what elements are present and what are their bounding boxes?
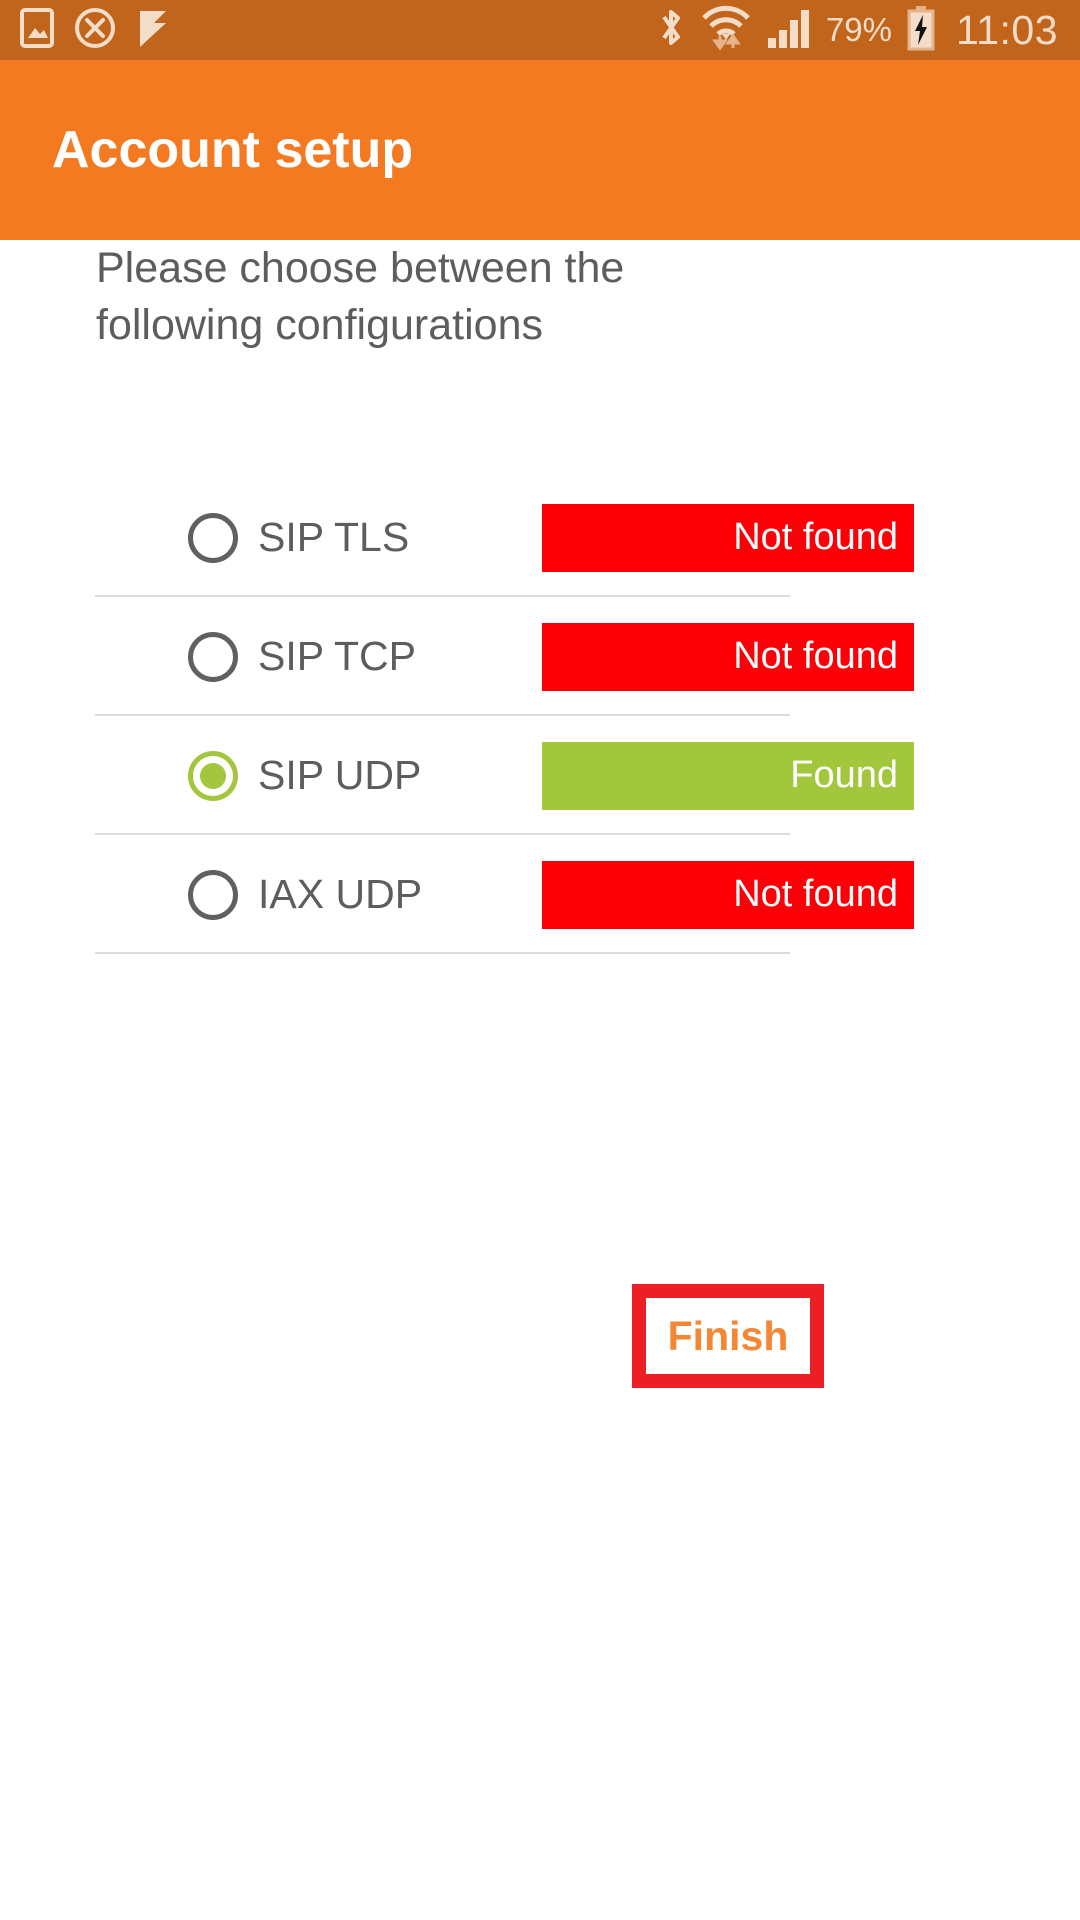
status-badge: Found	[542, 741, 914, 810]
finish-button[interactable]: Finish	[668, 1313, 789, 1360]
status-badge: Not found	[542, 503, 914, 572]
phone-screen: 79% 11:03 Account setup Please choose be…	[0, 0, 1080, 1920]
flag-check-icon	[136, 7, 172, 54]
config-label: SIP UDP	[258, 752, 422, 798]
configuration-list: SIP TLS Not found SIP TCP Not found SIP UDP F…	[0, 478, 1080, 954]
finish-button-highlight: Finish	[632, 1284, 824, 1388]
wifi-data-icon	[700, 4, 752, 57]
status-badge: Not found	[542, 860, 914, 929]
status-bar-right-icons: 79% 11:03	[656, 0, 1058, 60]
config-row-sip-udp[interactable]: SIP UDP Found	[0, 716, 1080, 835]
config-row-sip-tcp[interactable]: SIP TCP Not found	[0, 597, 1080, 716]
action-bar: Account setup	[0, 60, 1080, 240]
cancel-circle-icon	[74, 7, 116, 54]
radio-iax-udp[interactable]	[188, 869, 238, 920]
screenshot-image-icon	[20, 7, 54, 53]
radio-sip-tls[interactable]	[188, 512, 238, 563]
battery-percent-label: 79%	[825, 11, 892, 48]
bluetooth-icon	[656, 6, 686, 55]
config-label: IAX UDP	[258, 871, 423, 917]
config-row-sip-tls[interactable]: SIP TLS Not found	[0, 478, 1080, 597]
page-title: Account setup	[52, 121, 414, 179]
row-divider	[95, 952, 790, 954]
radio-sip-udp[interactable]	[188, 750, 238, 801]
status-badge: Not found	[542, 622, 914, 691]
status-bar: 79% 11:03	[0, 0, 1080, 60]
config-label: SIP TLS	[258, 514, 410, 560]
config-label: SIP TCP	[258, 633, 416, 679]
battery-charging-icon	[906, 5, 936, 56]
status-bar-clock: 11:03	[955, 7, 1058, 53]
cellular-signal-icon	[766, 6, 812, 55]
instruction-text: Please choose between the following conf…	[96, 244, 625, 349]
config-row-iax-udp[interactable]: IAX UDP Not found	[0, 835, 1080, 954]
status-bar-left-icons	[20, 7, 172, 54]
radio-sip-tcp[interactable]	[188, 631, 238, 682]
content-area: Please choose between the following conf…	[0, 240, 1080, 1920]
